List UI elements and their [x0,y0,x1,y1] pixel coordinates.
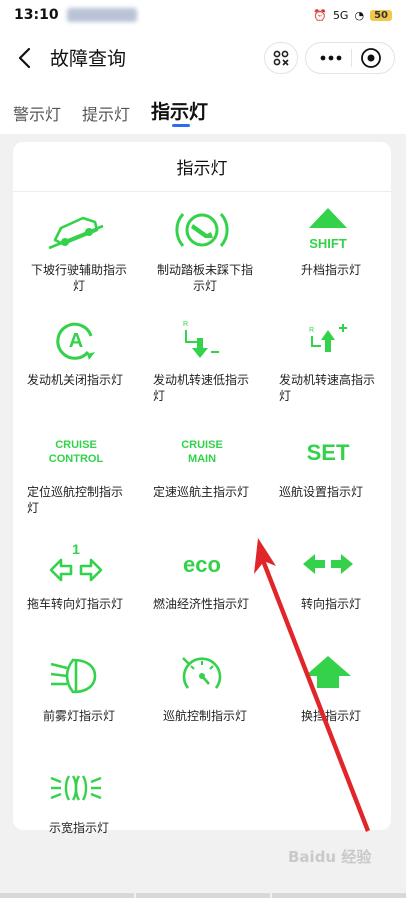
watermark: Baidu 经验 [288,848,372,866]
indicator-label: 换挡指示灯 [300,709,361,723]
indicator-item[interactable]: 示宽指示灯 [13,758,139,866]
indicator-item[interactable]: 制动踏板未踩下指示灯 [139,200,265,308]
indicator-item[interactable]: R 发动机转速高指示灯 [265,310,391,418]
shift-icon-text: SHIFT [309,236,347,251]
indicator-item[interactable]: A 发动机关闭指示灯 [13,310,139,418]
tab-indicator-lights[interactable]: 指示灯 [151,97,208,124]
indicator-item[interactable]: 1 拖车转向灯指示灯 [13,534,139,642]
shift-up-icon: SHIFT [309,208,347,251]
indicator-label: 燃油经济性指示灯 [153,597,250,611]
status-bar: 13:10 ⏰ 5G ◔ 50 [0,0,406,30]
capsule-divider [350,49,352,67]
network-label: 5G [332,8,349,22]
svg-text:eco: eco [183,552,221,577]
indicator-label: 前雾灯指示灯 [42,709,115,723]
svg-text:1: 1 [72,541,80,557]
tab-warning-lights[interactable]: 警示灯 [13,101,61,125]
engine-rpm-high-icon: R [309,324,347,352]
more-icon[interactable] [319,54,343,62]
battery-icon: 50 [370,9,392,21]
indicator-label: 制动踏板未踩下指示灯 [156,263,253,293]
indicator-item[interactable]: 巡航控制指示灯 [139,646,265,754]
svg-text:CONTROL: CONTROL [49,453,104,465]
scan-button[interactable] [264,42,298,74]
indicator-label: 升档指示灯 [300,263,361,277]
indicator-item[interactable]: CRUISE CONTROL 定位巡航控制指示灯 [13,422,139,530]
engine-off-auto-icon: A [56,322,95,360]
scan-icon [273,50,289,66]
indicator-item[interactable]: eco 燃油经济性指示灯 [139,534,265,642]
indicator-item[interactable]: 下坡行驶辅助指示灯 [13,200,139,308]
indicator-item[interactable]: 换挡指示灯 [265,646,391,754]
svg-text:CRUISE: CRUISE [181,439,223,451]
section-title: 指示灯 [13,142,391,192]
indicator-label: 定位巡航控制指示灯 [27,485,124,515]
indicator-item[interactable]: 转向指示灯 [265,534,391,642]
tab-notice-lights[interactable]: 提示灯 [82,101,130,125]
back-arrow-icon[interactable] [12,44,40,72]
indicator-label: 拖车转向灯指示灯 [27,597,124,611]
indicator-label: 下坡行驶辅助指示灯 [30,263,127,293]
indicator-label: 巡航设置指示灯 [279,485,364,499]
svg-text:SET: SET [307,440,350,465]
header: 故障查询 [0,30,406,86]
cruise-control-icon: CRUISE CONTROL [49,439,104,465]
svg-text:R: R [309,327,314,334]
indicator-item[interactable]: 前雾灯指示灯 [13,646,139,754]
status-icons: ⏰ 5G ◔ 50 [313,9,392,22]
turn-signal-icon [303,554,353,574]
bottom-strip [0,893,406,898]
svg-text:R: R [183,321,188,328]
indicator-label: 示宽指示灯 [48,821,109,835]
indicator-label: 巡航控制指示灯 [162,709,247,723]
indicator-label: 发动机转速低指示灯 [153,373,250,403]
trailer-turn-icon: 1 [49,541,103,582]
indicator-label: 发动机关闭指示灯 [27,373,124,387]
indicator-label: 定速巡航主指示灯 [153,485,250,499]
page-title: 故障查询 [50,48,127,70]
alarm-icon: ⏰ [313,8,327,22]
mini-program-capsule [305,42,395,74]
indicator-item[interactable]: CRUISE MAIN 定速巡航主指示灯 [139,422,265,530]
indicator-card: 指示灯 下坡行驶辅助指示灯 制动踏板未踩下指示灯 SHIFT 升档指示灯 A 发… [13,142,391,835]
indicator-label: 转向指示灯 [300,597,361,611]
status-time: 13:10 [14,7,59,23]
indicator-item[interactable]: R 发动机转速低指示灯 [139,310,265,418]
cruise-speedometer-icon [182,657,222,689]
front-fog-light-icon [50,658,97,694]
svg-text:MAIN: MAIN [188,453,216,465]
svg-text:CRUISE: CRUISE [55,439,97,451]
cruise-set-icon: SET [307,440,350,465]
auto-icon-text: A [69,330,83,352]
indicator-label: 发动机转速高指示灯 [279,373,376,403]
engine-rpm-low-icon: R [183,321,219,358]
close-mini-program-icon[interactable] [360,47,382,69]
blurred-notification [66,8,137,22]
wifi-icon: ◔ [354,8,365,22]
fuel-economy-icon: eco [183,552,221,577]
gear-shift-icon [305,656,351,688]
side-marker-light-icon [50,775,102,801]
active-tab-underline [172,124,190,127]
brake-pedal-icon [175,213,229,247]
indicator-item[interactable]: SHIFT 升档指示灯 [265,200,391,308]
tab-bar: 警示灯 提示灯 指示灯 [0,86,406,134]
downhill-assist-icon [48,216,104,250]
cruise-main-icon: CRUISE MAIN [181,439,223,465]
indicator-item[interactable]: SET 巡航设置指示灯 [265,422,391,530]
